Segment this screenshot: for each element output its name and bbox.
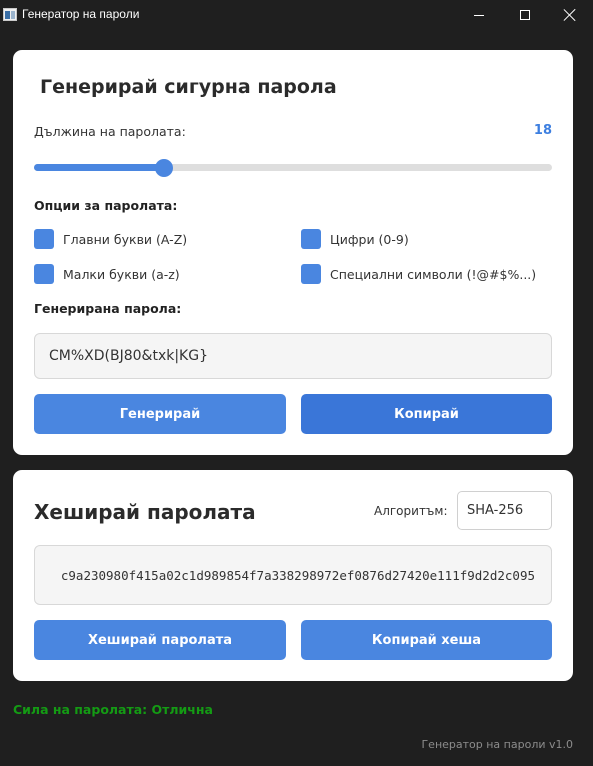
- minimize-button[interactable]: [456, 0, 502, 30]
- option-uppercase[interactable]: Главни букви (A-Z): [34, 229, 187, 249]
- copy-button[interactable]: Копирай: [301, 394, 552, 434]
- length-label: Дължина на паролата:: [34, 124, 186, 139]
- lowercase-checkbox[interactable]: [34, 264, 54, 284]
- uppercase-checkbox[interactable]: [34, 229, 54, 249]
- maximize-button[interactable]: [502, 0, 548, 30]
- title-bar: Генератор на пароли: [0, 0, 593, 30]
- algorithm-label: Алгоритъм:: [374, 504, 448, 518]
- slider-fill: [34, 164, 164, 171]
- length-slider[interactable]: [34, 159, 552, 177]
- window-title: Генератор на пароли: [22, 7, 140, 21]
- password-strength: Сила на паролата: Отлична: [13, 702, 213, 717]
- algorithm-select[interactable]: SHA-256: [457, 491, 552, 530]
- password-field[interactable]: CM%XD(BJ80&txk|KG}: [34, 333, 552, 379]
- options-title: Опции за паролата:: [34, 198, 178, 213]
- generator-card: Генерирай сигурна парола Дължина на паро…: [13, 50, 573, 455]
- minimize-icon: [474, 14, 484, 16]
- length-value: 18: [533, 123, 552, 138]
- hash-field[interactable]: c9a230980f415a02c1d989854f7a338298972ef0…: [34, 545, 552, 605]
- copy-hash-button[interactable]: Копирай хеша: [301, 620, 552, 660]
- generate-button[interactable]: Генерирай: [34, 394, 286, 434]
- generated-password-title: Генерирана парола:: [34, 301, 182, 316]
- app-window-icon: [3, 8, 17, 21]
- footer-version: Генератор на пароли v1.0: [421, 738, 573, 751]
- special-checkbox[interactable]: [301, 264, 321, 284]
- hash-card: Хеширай паролата Алгоритъм: SHA-256 c9a2…: [13, 470, 573, 681]
- hash-button[interactable]: Хеширай паролата: [34, 620, 286, 660]
- option-special[interactable]: Специални символи (!@#$%...): [301, 264, 536, 284]
- hash-heading: Хеширай паролата: [34, 500, 256, 524]
- close-icon: [564, 9, 576, 21]
- slider-thumb[interactable]: [154, 159, 173, 177]
- digits-checkbox[interactable]: [301, 229, 321, 249]
- uppercase-label: Главни букви (A-Z): [63, 231, 188, 247]
- option-lowercase[interactable]: Малки букви (a-z): [34, 264, 180, 284]
- special-label: Специални символи (!@#$%...): [330, 266, 537, 282]
- maximize-icon: [520, 10, 530, 20]
- generator-heading: Генерирай сигурна парола: [40, 76, 337, 98]
- option-digits[interactable]: Цифри (0-9): [301, 229, 409, 249]
- lowercase-label: Малки букви (a-z): [63, 266, 180, 282]
- digits-label: Цифри (0-9): [330, 231, 409, 247]
- close-button[interactable]: [547, 0, 593, 30]
